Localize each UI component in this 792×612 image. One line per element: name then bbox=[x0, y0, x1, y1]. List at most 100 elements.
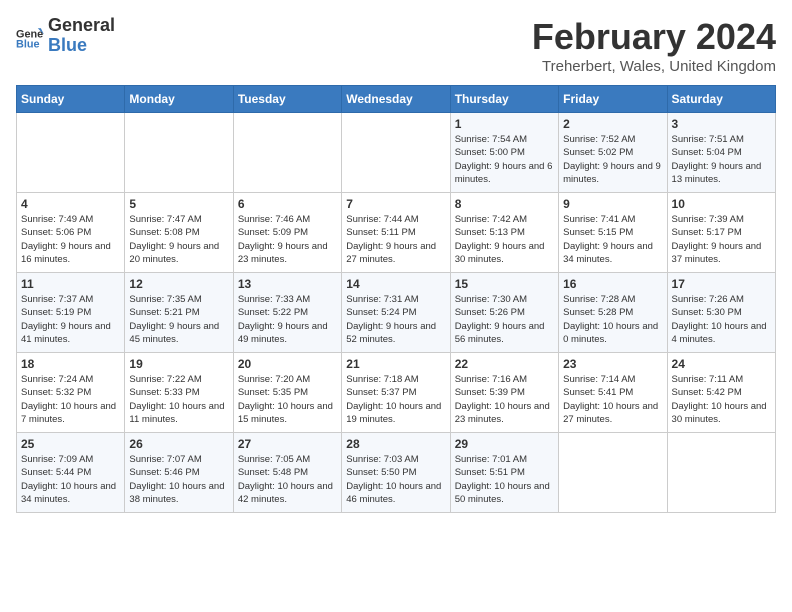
day-number: 16 bbox=[563, 277, 662, 291]
calendar-week-2: 11 Sunrise: 7:37 AM Sunset: 5:19 PM Dayli… bbox=[17, 273, 776, 353]
day-number: 25 bbox=[21, 437, 120, 451]
cell-content: Sunrise: 7:18 AM Sunset: 5:37 PM Dayligh… bbox=[346, 373, 445, 426]
day-number: 27 bbox=[238, 437, 337, 451]
cell-content: Sunrise: 7:26 AM Sunset: 5:30 PM Dayligh… bbox=[672, 293, 771, 346]
location-title: Treherbert, Wales, United Kingdom bbox=[532, 58, 776, 75]
cell-content: Sunrise: 7:44 AM Sunset: 5:11 PM Dayligh… bbox=[346, 213, 445, 266]
cell-content: Sunrise: 7:31 AM Sunset: 5:24 PM Dayligh… bbox=[346, 293, 445, 346]
calendar-cell: 6 Sunrise: 7:46 AM Sunset: 5:09 PM Daylig… bbox=[233, 193, 341, 273]
day-number: 5 bbox=[129, 197, 228, 211]
calendar-cell: 5 Sunrise: 7:47 AM Sunset: 5:08 PM Daylig… bbox=[125, 193, 233, 273]
cell-content: Sunrise: 7:33 AM Sunset: 5:22 PM Dayligh… bbox=[238, 293, 337, 346]
col-header-friday: Friday bbox=[559, 86, 667, 113]
cell-content: Sunrise: 7:03 AM Sunset: 5:50 PM Dayligh… bbox=[346, 453, 445, 506]
calendar-cell: 28 Sunrise: 7:03 AM Sunset: 5:50 PM Dayli… bbox=[342, 433, 450, 513]
col-header-thursday: Thursday bbox=[450, 86, 558, 113]
col-header-wednesday: Wednesday bbox=[342, 86, 450, 113]
calendar-cell: 16 Sunrise: 7:28 AM Sunset: 5:28 PM Dayli… bbox=[559, 273, 667, 353]
calendar-cell bbox=[125, 113, 233, 193]
logo-text: General Blue bbox=[48, 16, 115, 56]
cell-content: Sunrise: 7:39 AM Sunset: 5:17 PM Dayligh… bbox=[672, 213, 771, 266]
day-number: 1 bbox=[455, 117, 554, 131]
cell-content: Sunrise: 7:09 AM Sunset: 5:44 PM Dayligh… bbox=[21, 453, 120, 506]
calendar-week-1: 4 Sunrise: 7:49 AM Sunset: 5:06 PM Daylig… bbox=[17, 193, 776, 273]
day-number: 15 bbox=[455, 277, 554, 291]
cell-content: Sunrise: 7:01 AM Sunset: 5:51 PM Dayligh… bbox=[455, 453, 554, 506]
calendar-table: SundayMondayTuesdayWednesdayThursdayFrid… bbox=[16, 85, 776, 513]
calendar-cell: 24 Sunrise: 7:11 AM Sunset: 5:42 PM Dayli… bbox=[667, 353, 775, 433]
cell-content: Sunrise: 7:16 AM Sunset: 5:39 PM Dayligh… bbox=[455, 373, 554, 426]
cell-content: Sunrise: 7:47 AM Sunset: 5:08 PM Dayligh… bbox=[129, 213, 228, 266]
day-number: 14 bbox=[346, 277, 445, 291]
cell-content: Sunrise: 7:24 AM Sunset: 5:32 PM Dayligh… bbox=[21, 373, 120, 426]
calendar-cell: 27 Sunrise: 7:05 AM Sunset: 5:48 PM Dayli… bbox=[233, 433, 341, 513]
cell-content: Sunrise: 7:07 AM Sunset: 5:46 PM Dayligh… bbox=[129, 453, 228, 506]
calendar-header-row: SundayMondayTuesdayWednesdayThursdayFrid… bbox=[17, 86, 776, 113]
day-number: 28 bbox=[346, 437, 445, 451]
calendar-week-0: 1 Sunrise: 7:54 AM Sunset: 5:00 PM Daylig… bbox=[17, 113, 776, 193]
calendar-cell bbox=[667, 433, 775, 513]
cell-content: Sunrise: 7:42 AM Sunset: 5:13 PM Dayligh… bbox=[455, 213, 554, 266]
day-number: 8 bbox=[455, 197, 554, 211]
calendar-cell: 12Sunrise: 7:35 AM Sunset: 5:21 PM Dayli… bbox=[125, 273, 233, 353]
calendar-cell: 3 Sunrise: 7:51 AM Sunset: 5:04 PM Daylig… bbox=[667, 113, 775, 193]
day-number: 22 bbox=[455, 357, 554, 371]
cell-content: Sunrise: 7:37 AM Sunset: 5:19 PM Dayligh… bbox=[21, 293, 120, 346]
month-title: February 2024 bbox=[532, 16, 776, 58]
calendar-cell: 11 Sunrise: 7:37 AM Sunset: 5:19 PM Dayli… bbox=[17, 273, 125, 353]
calendar-week-4: 25 Sunrise: 7:09 AM Sunset: 5:44 PM Dayli… bbox=[17, 433, 776, 513]
calendar-cell bbox=[559, 433, 667, 513]
day-number: 13 bbox=[238, 277, 337, 291]
cell-content: Sunrise: 7:11 AM Sunset: 5:42 PM Dayligh… bbox=[672, 373, 771, 426]
day-number: 3 bbox=[672, 117, 771, 131]
calendar-cell bbox=[17, 113, 125, 193]
calendar-cell: 15Sunrise: 7:30 AM Sunset: 5:26 PM Dayli… bbox=[450, 273, 558, 353]
calendar-cell bbox=[233, 113, 341, 193]
day-number: 9 bbox=[563, 197, 662, 211]
calendar-cell: 21 Sunrise: 7:18 AM Sunset: 5:37 PM Dayli… bbox=[342, 353, 450, 433]
calendar-cell: 2Sunrise: 7:52 AM Sunset: 5:02 PM Daylig… bbox=[559, 113, 667, 193]
calendar-cell: 17Sunrise: 7:26 AM Sunset: 5:30 PM Dayli… bbox=[667, 273, 775, 353]
col-header-saturday: Saturday bbox=[667, 86, 775, 113]
day-number: 29 bbox=[455, 437, 554, 451]
calendar-week-3: 18 Sunrise: 7:24 AM Sunset: 5:32 PM Dayli… bbox=[17, 353, 776, 433]
cell-content: Sunrise: 7:05 AM Sunset: 5:48 PM Dayligh… bbox=[238, 453, 337, 506]
calendar-cell: 26Sunrise: 7:07 AM Sunset: 5:46 PM Dayli… bbox=[125, 433, 233, 513]
cell-content: Sunrise: 7:46 AM Sunset: 5:09 PM Dayligh… bbox=[238, 213, 337, 266]
col-header-monday: Monday bbox=[125, 86, 233, 113]
calendar-cell: 19Sunrise: 7:22 AM Sunset: 5:33 PM Dayli… bbox=[125, 353, 233, 433]
calendar-cell: 20Sunrise: 7:20 AM Sunset: 5:35 PM Dayli… bbox=[233, 353, 341, 433]
cell-content: Sunrise: 7:28 AM Sunset: 5:28 PM Dayligh… bbox=[563, 293, 662, 346]
day-number: 6 bbox=[238, 197, 337, 211]
cell-content: Sunrise: 7:54 AM Sunset: 5:00 PM Dayligh… bbox=[455, 133, 554, 186]
day-number: 23 bbox=[563, 357, 662, 371]
cell-content: Sunrise: 7:14 AM Sunset: 5:41 PM Dayligh… bbox=[563, 373, 662, 426]
day-number: 2 bbox=[563, 117, 662, 131]
day-number: 19 bbox=[129, 357, 228, 371]
calendar-cell: 7Sunrise: 7:44 AM Sunset: 5:11 PM Daylig… bbox=[342, 193, 450, 273]
calendar-cell bbox=[342, 113, 450, 193]
calendar-cell: 22 Sunrise: 7:16 AM Sunset: 5:39 PM Dayli… bbox=[450, 353, 558, 433]
cell-content: Sunrise: 7:20 AM Sunset: 5:35 PM Dayligh… bbox=[238, 373, 337, 426]
calendar-cell: 8 Sunrise: 7:42 AM Sunset: 5:13 PM Daylig… bbox=[450, 193, 558, 273]
day-number: 24 bbox=[672, 357, 771, 371]
calendar-cell: 13 Sunrise: 7:33 AM Sunset: 5:22 PM Dayli… bbox=[233, 273, 341, 353]
cell-content: Sunrise: 7:51 AM Sunset: 5:04 PM Dayligh… bbox=[672, 133, 771, 186]
day-number: 18 bbox=[21, 357, 120, 371]
day-number: 10 bbox=[672, 197, 771, 211]
calendar-cell: 29 Sunrise: 7:01 AM Sunset: 5:51 PM Dayli… bbox=[450, 433, 558, 513]
cell-content: Sunrise: 7:35 AM Sunset: 5:21 PM Dayligh… bbox=[129, 293, 228, 346]
calendar-cell: 14 Sunrise: 7:31 AM Sunset: 5:24 PM Dayli… bbox=[342, 273, 450, 353]
title-area: February 2024 Treherbert, Wales, United … bbox=[532, 16, 776, 75]
calendar-cell: 25 Sunrise: 7:09 AM Sunset: 5:44 PM Dayli… bbox=[17, 433, 125, 513]
day-number: 11 bbox=[21, 277, 120, 291]
day-number: 4 bbox=[21, 197, 120, 211]
day-number: 21 bbox=[346, 357, 445, 371]
page-header: General Blue General Blue February 2024 … bbox=[16, 16, 776, 75]
calendar-cell: 9Sunrise: 7:41 AM Sunset: 5:15 PM Daylig… bbox=[559, 193, 667, 273]
calendar-cell: 1 Sunrise: 7:54 AM Sunset: 5:00 PM Daylig… bbox=[450, 113, 558, 193]
cell-content: Sunrise: 7:49 AM Sunset: 5:06 PM Dayligh… bbox=[21, 213, 120, 266]
calendar-cell: 18 Sunrise: 7:24 AM Sunset: 5:32 PM Dayli… bbox=[17, 353, 125, 433]
logo: General Blue General Blue bbox=[16, 16, 115, 56]
calendar-cell: 10 Sunrise: 7:39 AM Sunset: 5:17 PM Dayli… bbox=[667, 193, 775, 273]
